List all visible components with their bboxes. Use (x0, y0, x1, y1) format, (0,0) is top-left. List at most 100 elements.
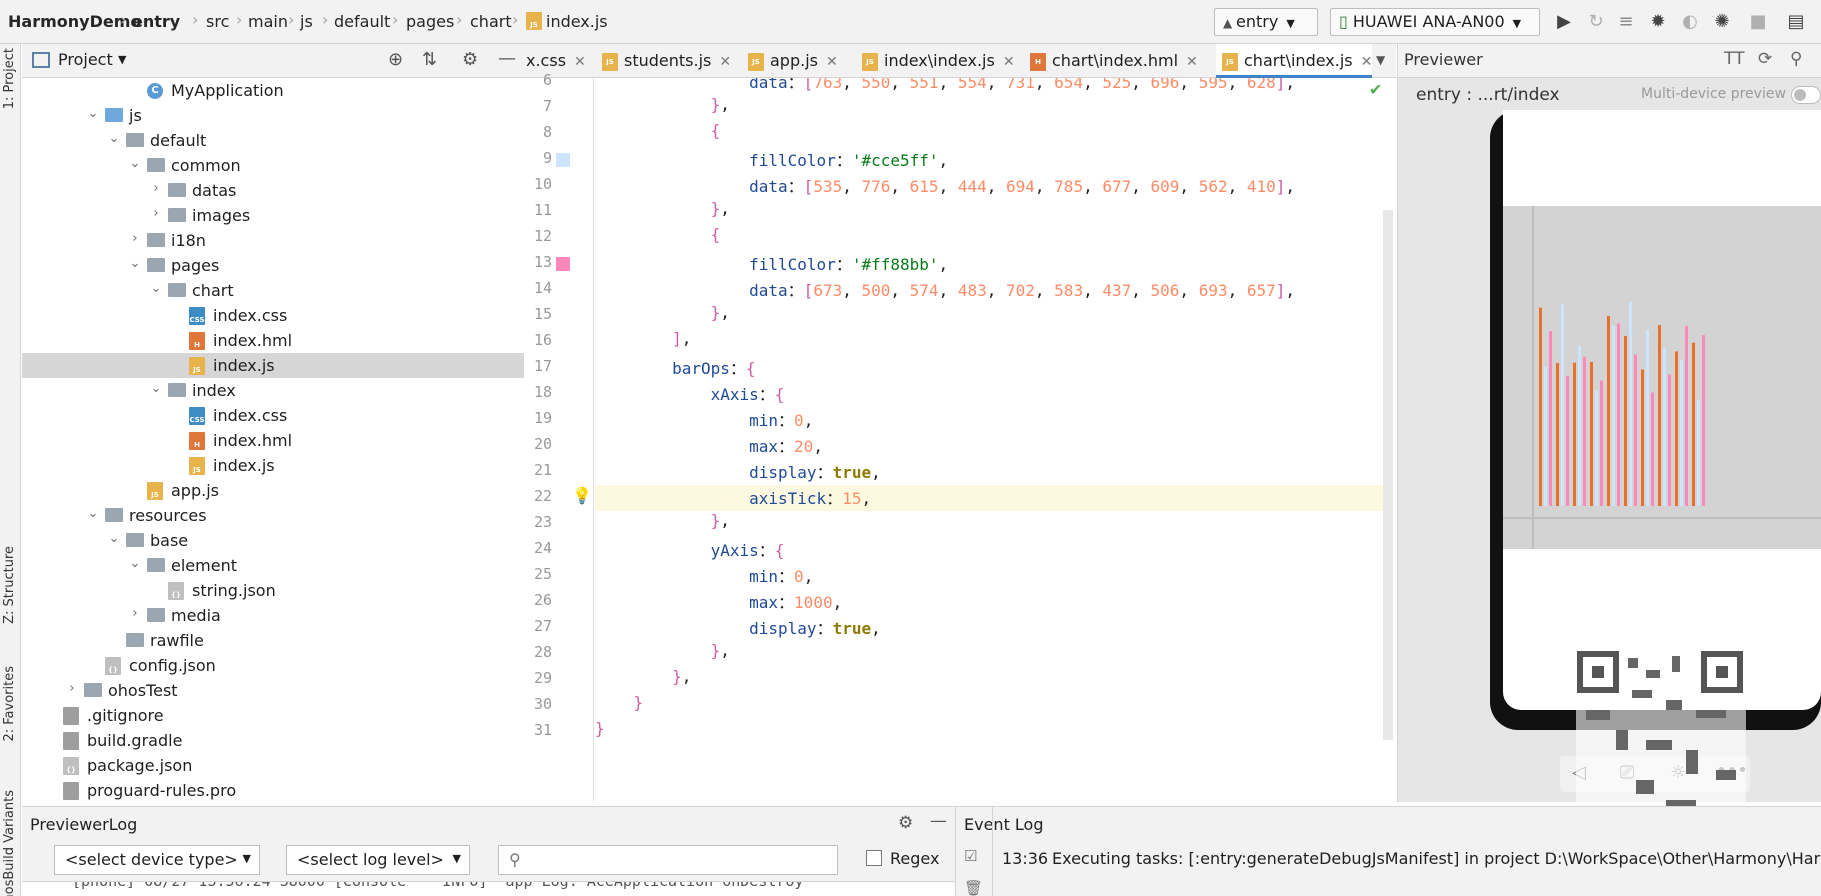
tree-item[interactable]: ⌄ default (22, 128, 524, 153)
tree-item[interactable]: rawfile (22, 628, 524, 653)
tree-item[interactable]: › datas (22, 178, 524, 203)
code-line[interactable]: min：0, (595, 407, 813, 433)
module-select[interactable]: ▲ entry ▼ (1214, 8, 1318, 36)
close-icon[interactable]: ✕ (1361, 54, 1373, 70)
close-icon[interactable]: ✕ (719, 54, 731, 70)
tree-item[interactable]: ⌄ base (22, 528, 524, 553)
tree-item[interactable]: build.gradle (22, 728, 524, 753)
device-type-select[interactable]: <select device type> ▼ (54, 845, 260, 875)
breadcrumb-js[interactable]: js (300, 12, 313, 31)
attach-debug-icon[interactable]: ◐ (1678, 10, 1702, 34)
device-select[interactable]: ▯ HUAWEI ANA-AN00 ▼ (1330, 8, 1540, 36)
tree-item[interactable]: ⌄ chart (22, 278, 524, 303)
log-search-input[interactable]: ⚲ (498, 845, 838, 875)
code-line[interactable]: } (595, 719, 605, 745)
chevron-right-icon[interactable]: › (150, 181, 162, 196)
stop-icon[interactable]: ■ (1746, 10, 1770, 34)
breadcrumb-module[interactable]: entry (132, 12, 180, 31)
tree-item[interactable]: JS app.js (22, 478, 524, 503)
tree-item[interactable]: JS index.js (22, 353, 524, 378)
code-line[interactable]: }, (595, 95, 730, 121)
tree-item[interactable]: › i18n (22, 228, 524, 253)
tree-item[interactable]: ⌄ element (22, 553, 524, 578)
favorites-tool-button[interactable]: 2: Favorites (2, 666, 17, 742)
code-line[interactable]: { (595, 225, 721, 251)
minimize-icon[interactable]: — (930, 811, 947, 831)
tree-item[interactable]: › media (22, 603, 524, 628)
tree-item[interactable]: {} package.json (22, 753, 524, 778)
breadcrumb-file[interactable]: index.js (546, 12, 608, 31)
chevron-down-icon[interactable]: ⌄ (129, 156, 141, 171)
tree-item[interactable]: ⌄ resources (22, 503, 524, 528)
mark-read-icon[interactable]: ☑ (964, 847, 977, 865)
tree-item[interactable]: ⌄ js (22, 103, 524, 128)
minimize-icon[interactable]: — (498, 48, 516, 69)
chevron-down-icon[interactable]: ⌄ (108, 131, 120, 146)
tree-item[interactable]: {} config.json (22, 653, 524, 678)
tree-item[interactable]: › images (22, 203, 524, 228)
refresh-icon[interactable]: ⟳ (1758, 49, 1772, 69)
breadcrumb-src[interactable]: src (206, 12, 229, 31)
close-icon[interactable]: ✕ (826, 54, 838, 70)
tree-item[interactable]: › ohosTest (22, 678, 524, 703)
code-editor[interactable]: data：[763, 550, 551, 554, 731, 654, 525,… (595, 78, 1383, 802)
tab-app-js[interactable]: JS app.js ✕ (742, 44, 856, 78)
tree-item[interactable]: ⌄ common (22, 153, 524, 178)
code-line[interactable]: }, (595, 511, 730, 537)
code-line[interactable]: display：true, (595, 459, 881, 485)
chevron-down-icon[interactable]: ⌄ (129, 556, 141, 571)
tree-item[interactable]: ⌄ pages (22, 253, 524, 278)
code-line[interactable]: barOps：{ (595, 355, 755, 381)
code-line[interactable]: display：true, (595, 615, 881, 641)
trash-icon[interactable]: 🗑 (964, 879, 983, 896)
run-icon[interactable]: ▶ (1552, 10, 1576, 34)
tab-overflow-icon[interactable]: ▼ (1376, 53, 1385, 67)
code-line[interactable]: ], (595, 329, 691, 355)
multi-device-toggle[interactable] (1791, 86, 1821, 104)
close-icon[interactable]: ✕ (1186, 54, 1198, 70)
event-text[interactable]: Executing tasks: [:entry:generateDebugJs… (1052, 849, 1821, 868)
tab-chart-index-hml[interactable]: Hchart\index.hml ✕ (1024, 44, 1216, 78)
chevron-down-icon[interactable]: ⌄ (108, 531, 120, 546)
tree-item[interactable]: ⌄ index (22, 378, 524, 403)
profile-icon[interactable]: ✺ (1710, 10, 1734, 34)
tree-item[interactable]: Hindex.hml (22, 328, 524, 353)
chevron-down-icon[interactable]: ⌄ (87, 106, 99, 121)
code-line[interactable]: { (595, 121, 721, 147)
tab-index-index-js[interactable]: JS index\index.js ✕ (856, 44, 1024, 78)
tree-item[interactable]: proguard-rules.pro (22, 778, 524, 802)
tree-item[interactable]: Hindex.hml (22, 428, 524, 453)
code-line[interactable]: fillColor：'#cce5ff', (595, 147, 948, 173)
tree-item[interactable]: CSS index.css (22, 303, 524, 328)
chevron-right-icon[interactable]: › (129, 606, 141, 621)
locate-icon[interactable]: ⊕ (388, 49, 403, 70)
intention-bulb-icon[interactable]: 💡 (572, 486, 592, 505)
code-line[interactable]: data：[535, 776, 615, 444, 694, 785, 677,… (595, 173, 1295, 199)
sdk-manager-icon[interactable]: ▤ (1784, 10, 1808, 34)
tree-item[interactable]: CSS index.css (22, 403, 524, 428)
editor-scrollbar[interactable] (1383, 210, 1393, 740)
font-size-icon[interactable]: TT (1724, 49, 1744, 69)
code-line[interactable]: xAxis：{ (595, 381, 785, 407)
chevron-down-icon[interactable]: ⌄ (129, 256, 141, 271)
chevron-down-icon[interactable]: ⌄ (150, 381, 162, 396)
code-line[interactable]: }, (595, 303, 730, 329)
code-line[interactable]: } (595, 693, 644, 719)
color-swatch-icon[interactable] (556, 257, 570, 271)
tree-item[interactable]: .gitignore (22, 703, 524, 728)
debug-icon[interactable]: ✹ (1646, 10, 1670, 34)
project-tool-button[interactable]: 1: Project (2, 48, 17, 109)
collapse-all-icon[interactable]: ⇅ (422, 49, 437, 70)
breadcrumb-pages[interactable]: pages (406, 12, 454, 31)
tab-students-js[interactable]: JS students.js ✕ (596, 44, 742, 78)
code-line[interactable]: }, (595, 641, 730, 667)
coverage-icon[interactable]: ≡ (1614, 10, 1638, 34)
tree-item[interactable]: C MyApplication (22, 78, 524, 103)
regex-checkbox[interactable] (866, 850, 882, 866)
chevron-right-icon[interactable]: › (150, 206, 162, 221)
chevron-down-icon[interactable]: ⌄ (87, 506, 99, 521)
chevron-right-icon[interactable]: › (129, 231, 141, 246)
gear-icon[interactable]: ⚙ (898, 813, 913, 833)
code-line[interactable]: max：20, (595, 433, 823, 459)
tab-chart-index-js[interactable]: JS chart\index.js ✕ (1216, 44, 1372, 78)
